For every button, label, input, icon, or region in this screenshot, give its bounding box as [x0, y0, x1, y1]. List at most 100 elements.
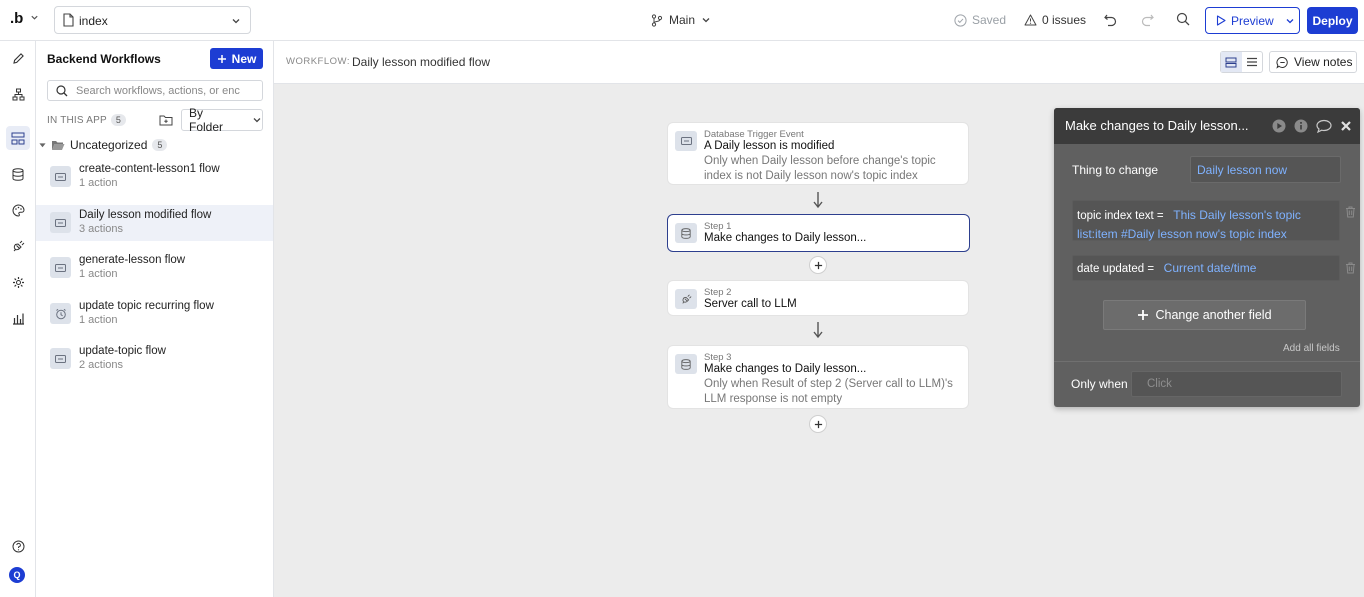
- trigger-event-card[interactable]: Database Trigger Event A Daily lesson is…: [667, 122, 969, 185]
- workflow-tree-icon: [12, 88, 24, 100]
- card-view-button[interactable]: [1221, 52, 1242, 72]
- workflow-item[interactable]: update topic recurring flow 1 action: [36, 296, 273, 332]
- api-event-icon: [55, 218, 66, 227]
- preview-button[interactable]: Preview: [1205, 7, 1300, 34]
- close-icon[interactable]: [1340, 120, 1352, 132]
- group-by-select[interactable]: By Folder: [181, 106, 263, 134]
- app-logo[interactable]: .b: [10, 10, 23, 27]
- info-icon[interactable]: [1294, 119, 1308, 133]
- user-avatar[interactable]: Q: [9, 567, 25, 583]
- plus-icon: [217, 54, 226, 63]
- workflow-type-icon: [50, 166, 71, 187]
- workflow-search[interactable]: [47, 80, 263, 101]
- deploy-button[interactable]: Deploy: [1307, 7, 1358, 34]
- view-toggle: [1220, 51, 1263, 73]
- workflow-item[interactable]: create-content-lesson1 flow 1 action: [36, 159, 273, 195]
- caret-down-icon: [39, 142, 46, 147]
- count-badge: 5: [110, 114, 127, 126]
- workflow-type-icon: [50, 212, 71, 233]
- workflow-type-icon: [50, 257, 71, 278]
- editor-title: Make changes to Daily lesson...: [1065, 118, 1249, 133]
- page-selector[interactable]: index: [54, 6, 251, 34]
- plus-icon: [1138, 310, 1149, 320]
- field-name: topic index text: [1077, 210, 1154, 222]
- redo-icon[interactable]: [1140, 12, 1155, 27]
- thing-to-change-label: Thing to change: [1072, 163, 1159, 177]
- chevron-down-icon: [253, 118, 261, 123]
- arrow-down-icon: [813, 192, 823, 209]
- arrow-down-icon: [813, 322, 823, 339]
- change-another-field-button[interactable]: Change another field: [1103, 300, 1306, 330]
- chevron-down-icon: [1286, 18, 1294, 23]
- backend-workflows-panel: Backend Workflows New IN THIS APP 5 By F…: [36, 41, 274, 597]
- left-rail: Q: [0, 41, 36, 597]
- pencil-icon: [12, 52, 24, 64]
- chevron-down-icon: [232, 19, 240, 24]
- new-folder-icon[interactable]: [159, 114, 173, 126]
- play-circle-icon[interactable]: [1272, 119, 1286, 133]
- field-equals: =: [1147, 263, 1155, 275]
- workflow-type-icon: [50, 303, 71, 324]
- thing-to-change-field[interactable]: Daily lesson now: [1190, 156, 1341, 183]
- undo-icon[interactable]: [1103, 12, 1118, 27]
- new-workflow-button[interactable]: New: [210, 48, 263, 69]
- issues-button[interactable]: 0 issues: [1024, 13, 1086, 27]
- database-icon: [681, 358, 691, 370]
- add-all-fields-link[interactable]: Add all fields: [1283, 343, 1340, 354]
- rail-plugins[interactable]: [6, 234, 30, 258]
- search-icon[interactable]: [1176, 12, 1190, 26]
- check-circle-icon: [954, 13, 967, 27]
- workflow-name[interactable]: Daily lesson modified flow: [352, 55, 490, 69]
- workflow-label: WORKFLOW:: [286, 56, 350, 67]
- rail-styles[interactable]: [6, 198, 30, 222]
- step-2-card[interactable]: Step 2 Server call to LLM: [667, 280, 969, 316]
- step-type-icon: [675, 354, 697, 374]
- branch-name: Main: [669, 13, 696, 27]
- trigger-type-icon: [675, 131, 697, 151]
- database-icon: [681, 227, 691, 239]
- view-notes-button[interactable]: View notes: [1269, 51, 1357, 73]
- chevron-down-icon[interactable]: [30, 13, 39, 22]
- workflow-header: WORKFLOW: Daily lesson modified flow Vie…: [274, 41, 1364, 84]
- chevron-down-icon: [702, 18, 710, 23]
- editor-actions: [1272, 119, 1352, 133]
- list-view-button[interactable]: [1242, 52, 1263, 72]
- save-status: Saved: [954, 13, 1006, 27]
- panel-title: Backend Workflows: [47, 52, 161, 66]
- page-name: index: [79, 14, 108, 28]
- branch-selector[interactable]: Main: [651, 13, 711, 27]
- add-step-button[interactable]: [809, 415, 827, 433]
- workflow-item-selected[interactable]: Daily lesson modified flow 3 actions: [36, 205, 273, 241]
- field-row-topic-index[interactable]: topic index text = This Daily lesson's t…: [1072, 200, 1340, 241]
- in-this-app-header: IN THIS APP 5: [47, 114, 127, 126]
- only-when-field[interactable]: Click: [1131, 371, 1342, 397]
- comment-icon[interactable]: [1316, 119, 1332, 133]
- workflow-item[interactable]: generate-lesson flow 1 action: [36, 250, 273, 286]
- rail-logs[interactable]: [6, 306, 30, 330]
- step-1-card[interactable]: Step 1 Make changes to Daily lesson...: [667, 214, 970, 252]
- rail-backend-workflows[interactable]: [6, 126, 30, 150]
- rail-data[interactable]: [6, 162, 30, 186]
- field-row-date-updated[interactable]: date updated = Current date/time: [1072, 255, 1340, 281]
- rail-settings[interactable]: [6, 270, 30, 294]
- search-input[interactable]: [76, 83, 256, 98]
- editor-header[interactable]: Make changes to Daily lesson...: [1054, 108, 1360, 144]
- rail-help[interactable]: [6, 534, 30, 558]
- add-step-button[interactable]: [809, 256, 827, 274]
- folder-uncategorized[interactable]: Uncategorized 5: [39, 138, 168, 152]
- trash-icon[interactable]: [1345, 262, 1356, 274]
- divider: [1054, 361, 1360, 362]
- field-name: date updated: [1077, 263, 1145, 275]
- step-3-card[interactable]: Step 3 Make changes to Daily lesson... O…: [667, 345, 969, 409]
- backend-workflow-icon: [11, 132, 25, 144]
- rail-workflow[interactable]: [6, 82, 30, 106]
- workflow-item[interactable]: update-topic flow 2 actions: [36, 341, 273, 377]
- property-editor: Make changes to Daily lesson... Thing to…: [1054, 108, 1360, 407]
- field-expression[interactable]: Current date/time: [1164, 261, 1257, 275]
- rail-design[interactable]: [6, 46, 30, 70]
- field-equals: =: [1156, 210, 1164, 222]
- trash-icon[interactable]: [1345, 206, 1356, 218]
- api-event-icon: [55, 172, 66, 181]
- workflow-type-icon: [50, 348, 71, 369]
- git-branch-icon: [651, 13, 663, 27]
